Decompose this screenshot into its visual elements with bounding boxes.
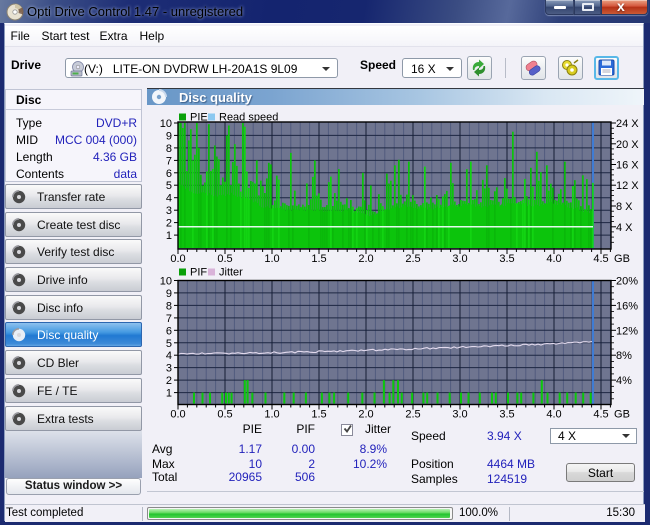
svg-text:6: 6 <box>166 168 172 180</box>
svg-text:24 X: 24 X <box>616 118 639 130</box>
svg-text:12%: 12% <box>616 325 638 337</box>
svg-text:8: 8 <box>166 300 172 312</box>
svg-text:16%: 16% <box>616 300 638 312</box>
svg-text:16 X: 16 X <box>616 160 639 172</box>
svg-text:4.5: 4.5 <box>593 253 608 265</box>
svg-text:Jitter: Jitter <box>219 267 243 279</box>
svg-text:0.5: 0.5 <box>217 409 232 421</box>
svg-text:4: 4 <box>166 193 172 205</box>
svg-text:4.5: 4.5 <box>593 409 608 421</box>
svg-text:4: 4 <box>166 350 172 362</box>
svg-text:PIF: PIF <box>190 267 207 279</box>
svg-text:4%: 4% <box>616 375 632 387</box>
svg-text:20%: 20% <box>616 276 638 288</box>
svg-text:8: 8 <box>166 143 172 155</box>
svg-text:9: 9 <box>166 288 172 300</box>
svg-text:1: 1 <box>166 230 172 242</box>
svg-text:0.0: 0.0 <box>170 409 185 421</box>
svg-text:1.0: 1.0 <box>264 253 279 265</box>
svg-text:3.5: 3.5 <box>499 253 514 265</box>
svg-text:GB: GB <box>614 409 630 421</box>
svg-text:3: 3 <box>166 363 172 375</box>
svg-text:1.5: 1.5 <box>311 409 326 421</box>
svg-text:9: 9 <box>166 130 172 142</box>
svg-text:0.0: 0.0 <box>170 253 185 265</box>
svg-text:4.0: 4.0 <box>546 409 561 421</box>
svg-text:4 X: 4 X <box>616 222 633 234</box>
svg-text:GB: GB <box>614 253 630 265</box>
svg-text:7: 7 <box>166 313 172 325</box>
svg-text:8 X: 8 X <box>616 201 633 213</box>
svg-text:12 X: 12 X <box>616 180 639 192</box>
svg-text:3.0: 3.0 <box>452 409 467 421</box>
svg-text:10: 10 <box>160 276 172 288</box>
svg-text:1: 1 <box>166 388 172 400</box>
svg-text:4.0: 4.0 <box>546 253 561 265</box>
svg-text:2.5: 2.5 <box>405 253 420 265</box>
svg-text:5: 5 <box>166 338 172 350</box>
svg-text:20 X: 20 X <box>616 139 639 151</box>
svg-text:2: 2 <box>166 375 172 387</box>
svg-text:2: 2 <box>166 218 172 230</box>
svg-text:10: 10 <box>160 118 172 130</box>
svg-text:2.0: 2.0 <box>358 253 373 265</box>
svg-text:3.5: 3.5 <box>499 409 514 421</box>
svg-text:0.5: 0.5 <box>217 253 232 265</box>
svg-text:7: 7 <box>166 155 172 167</box>
svg-text:1.5: 1.5 <box>311 253 326 265</box>
svg-text:6: 6 <box>166 325 172 337</box>
svg-text:3: 3 <box>166 205 172 217</box>
svg-text:2.0: 2.0 <box>358 409 373 421</box>
svg-text:1.0: 1.0 <box>264 409 279 421</box>
svg-text:2.5: 2.5 <box>405 409 420 421</box>
svg-text:8%: 8% <box>616 350 632 362</box>
svg-text:3.0: 3.0 <box>452 253 467 265</box>
svg-text:5: 5 <box>166 180 172 192</box>
